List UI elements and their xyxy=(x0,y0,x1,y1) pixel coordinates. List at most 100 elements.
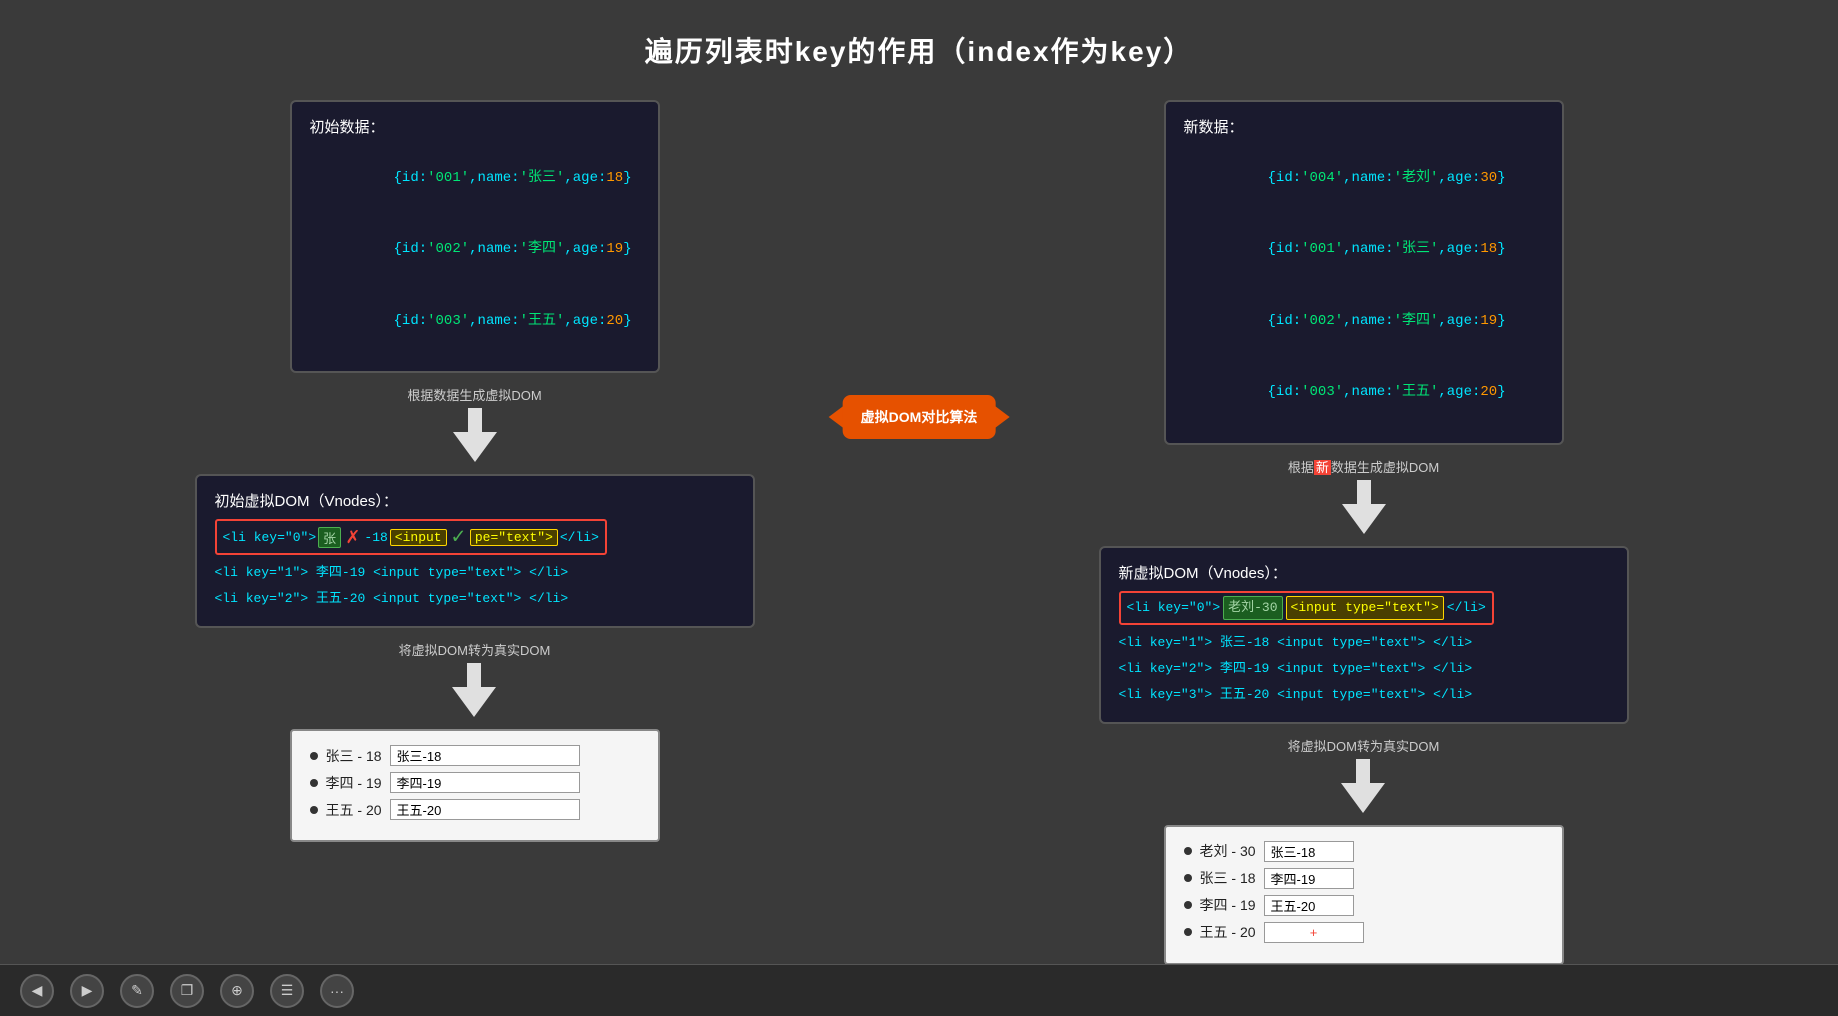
nav-more-button[interactable]: ··· xyxy=(320,974,354,1008)
page-title: 遍历列表时key的作用（index作为key） xyxy=(50,30,1788,70)
dom-row-right-3: 王五 - 20 xyxy=(1184,922,1544,943)
right-vdom-end: </li> xyxy=(1447,597,1486,619)
edit-icon: ✎ xyxy=(131,982,143,999)
vdom-li-close: </li> xyxy=(560,530,599,545)
new-data-line-2: {id:'002',name:'李四',age:19} xyxy=(1184,286,1544,357)
right-dom-result-box: 老刘 - 30 张三 - 18 李四 - 19 王五 - 20 xyxy=(1164,825,1564,965)
new-data-title: 新数据： xyxy=(1184,116,1544,137)
arrow-shape-left-2 xyxy=(452,687,496,717)
right-vdom-row-2: <li key="2"> 李四-19 <input type="text"> <… xyxy=(1119,656,1609,682)
right-vdom-li: <li key="0"> xyxy=(1127,597,1221,619)
arrow-down-right-2: 将虚拟DOM转为真实DOM xyxy=(1288,736,1440,813)
vdom-age: -18 xyxy=(364,530,387,545)
new-data-line-0: {id:'004',name:'老刘',age:30} xyxy=(1184,143,1544,214)
nav-menu-button[interactable]: ☰ xyxy=(270,974,304,1008)
initial-data-line-0: {id:'001',name:'张三',age:18} xyxy=(310,143,640,214)
dom-row-left-1: 李四 - 19 xyxy=(310,772,640,793)
right-vdom-box: 新虚拟DOM（Vnodes）： <li key="0"> 老刘-30 <inpu… xyxy=(1099,546,1629,724)
left-dom-result-box: 张三 - 18 李四 - 19 王五 - 20 xyxy=(290,729,660,842)
dom-row-right-0: 老刘 - 30 xyxy=(1184,841,1544,862)
bullet-right-3 xyxy=(1184,928,1192,936)
arrow-down-left-2: 将虚拟DOM转为真实DOM xyxy=(399,640,551,717)
cross-icon: ✗ xyxy=(346,524,359,550)
dom-input-right-0[interactable] xyxy=(1264,841,1354,862)
nav-bar: ◀ ▶ ✎ ❐ ⊕ ☰ ··· xyxy=(0,964,1838,1016)
dom-row-right-1: 张三 - 18 xyxy=(1184,868,1544,889)
dom-input-right-1[interactable] xyxy=(1264,868,1354,889)
dom-row-right-2: 李四 - 19 xyxy=(1184,895,1544,916)
arrow-stem-right-1 xyxy=(1357,480,1371,504)
vdom-row-1: <li key="1"> 李四-19 <input type="text"> <… xyxy=(215,560,735,586)
next-icon: ▶ xyxy=(82,982,93,999)
vdom-row-2: <li key="2"> 王五-20 <input type="text"> <… xyxy=(215,586,735,612)
vdom-input-span: <input xyxy=(390,529,447,546)
arrow-stem-left-2 xyxy=(467,663,481,687)
dom-input-0[interactable] xyxy=(390,745,580,766)
new-data-title-text: 新数据： xyxy=(1184,119,1244,136)
dom-text-2: 王五 - 20 xyxy=(326,800,382,820)
dom-input-1[interactable] xyxy=(390,772,580,793)
vdom-li-tag: <li key="0"> xyxy=(223,530,317,545)
dom-text-right-0: 老刘 - 30 xyxy=(1200,841,1256,861)
vdom-input-type: pe="text"> xyxy=(470,529,558,546)
more-icon: ··· xyxy=(330,983,344,999)
arrow-stem-left-1 xyxy=(468,408,482,432)
right-vdom-highlighted-row: <li key="0"> 老刘-30 <input type="text"> <… xyxy=(1119,591,1609,625)
nav-edit-button[interactable]: ✎ xyxy=(120,974,154,1008)
initial-data-box: 初始数据： {id:'001',name:'张三',age:18} {id:'0… xyxy=(290,100,660,373)
arrow-down-left-1: 根据数据生成虚拟DOM xyxy=(407,385,541,462)
dom-input-right-3[interactable] xyxy=(1264,922,1364,943)
dom-text-1: 李四 - 19 xyxy=(326,773,382,793)
zoom-icon: ⊕ xyxy=(231,982,243,999)
nav-zoom-button[interactable]: ⊕ xyxy=(220,974,254,1008)
right-arrow-icon xyxy=(993,405,1009,429)
dom-row-left-2: 王五 - 20 xyxy=(310,799,640,820)
dom-input-2[interactable] xyxy=(390,799,580,820)
arrow2-left-label: 将虚拟DOM转为真实DOM xyxy=(399,640,551,659)
dom-text-right-1: 张三 - 18 xyxy=(1200,868,1256,888)
check-icon: ✓ xyxy=(452,524,465,550)
prev-icon: ◀ xyxy=(32,982,43,999)
nav-next-button[interactable]: ▶ xyxy=(70,974,104,1008)
arrow-shape-right-2 xyxy=(1341,783,1385,813)
right-vdom-row-1: <li key="1"> 张三-18 <input type="text"> <… xyxy=(1119,630,1609,656)
menu-icon: ☰ xyxy=(281,982,294,999)
new-data-box: 新数据： {id:'004',name:'老刘',age:30} {id:'00… xyxy=(1164,100,1564,445)
copy-icon: ❐ xyxy=(181,982,194,999)
left-vdom-title: 初始虚拟DOM（Vnodes）： xyxy=(215,490,735,511)
arrow1-left-label: 根据数据生成虚拟DOM xyxy=(407,385,541,404)
comparison-label: 虚拟DOM对比算法 xyxy=(843,395,996,439)
new-data-line-3: {id:'003',name:'王五',age:20} xyxy=(1184,357,1544,428)
arrow2-right-label: 将虚拟DOM转为真实DOM xyxy=(1288,736,1440,755)
vdom-highlighted-row: <li key="0"> 张 ✗ -18 <input ✓ pe="text">… xyxy=(215,519,735,555)
dom-text-right-2: 李四 - 19 xyxy=(1200,895,1256,915)
bullet-1 xyxy=(310,779,318,787)
left-column: 初始数据： {id:'001',name:'张三',age:18} {id:'0… xyxy=(50,100,899,960)
left-vdom-box: 初始虚拟DOM（Vnodes）： <li key="0"> 张 ✗ -18 <i… xyxy=(195,474,755,628)
dom-text-right-3: 王五 - 20 xyxy=(1200,922,1256,942)
initial-data-title: 初始数据： xyxy=(310,116,640,137)
right-vdom-name: 老刘-30 xyxy=(1223,596,1282,620)
arrow-shape-left-1 xyxy=(453,432,497,462)
main-container: 遍历列表时key的作用（index作为key） 初始数据： {id:'001',… xyxy=(0,0,1838,1016)
bullet-right-0 xyxy=(1184,847,1192,855)
arrow-down-right-1: 根据新数据生成虚拟DOM xyxy=(1288,457,1439,534)
arrow1-right-label: 根据新数据生成虚拟DOM xyxy=(1288,457,1439,476)
right-column: 新数据： {id:'004',name:'老刘',age:30} {id:'00… xyxy=(939,100,1788,960)
middle-comparison: 虚拟DOM对比算法 xyxy=(829,395,1010,439)
right-vdom-input: <input type="text"> xyxy=(1286,596,1444,620)
bullet-right-1 xyxy=(1184,874,1192,882)
bullet-right-2 xyxy=(1184,901,1192,909)
dom-input-right-2[interactable] xyxy=(1264,895,1354,916)
comparison-text: 虚拟DOM对比算法 xyxy=(861,407,978,427)
right-vdom-title: 新虚拟DOM（Vnodes）： xyxy=(1119,562,1609,583)
dom-row-left-0: 张三 - 18 xyxy=(310,745,640,766)
right-vdom-row-3: <li key="3"> 王五-20 <input type="text"> <… xyxy=(1119,682,1609,708)
vdom-name-span: 张 xyxy=(318,527,341,548)
initial-data-line-1: {id:'002',name:'李四',age:19} xyxy=(310,214,640,285)
nav-copy-button[interactable]: ❐ xyxy=(170,974,204,1008)
nav-prev-button[interactable]: ◀ xyxy=(20,974,54,1008)
new-data-line-1: {id:'001',name:'张三',age:18} xyxy=(1184,214,1544,285)
arrow-stem-right-2 xyxy=(1356,759,1370,783)
red-char: 新 xyxy=(1314,460,1331,475)
